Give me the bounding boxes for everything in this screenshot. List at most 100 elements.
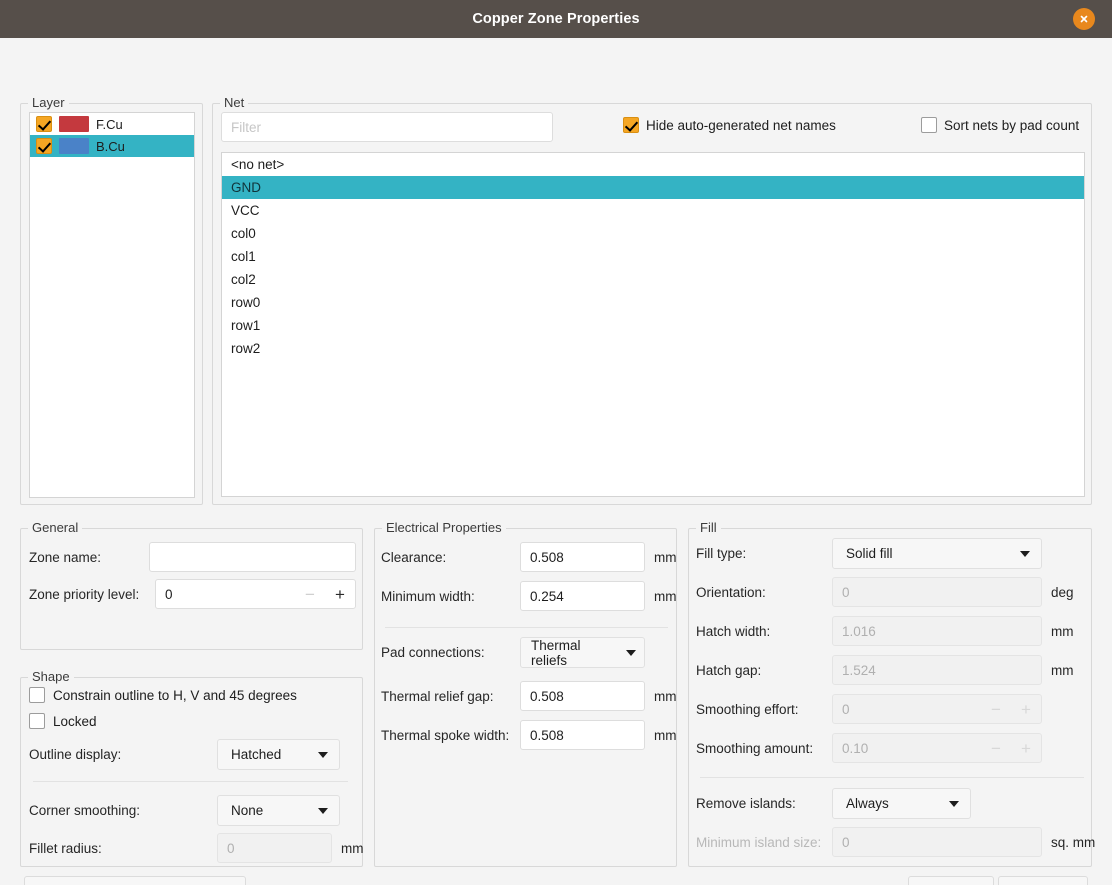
layer-group: Layer F.Cu B.Cu — [20, 103, 203, 505]
smoothing-amount-decrement-button[interactable]: − — [981, 740, 1011, 757]
smoothing-effort-decrement-button[interactable]: − — [981, 701, 1011, 718]
net-filter-input[interactable] — [221, 112, 553, 142]
smoothing-effort-value: 0 — [842, 702, 981, 717]
pad-connections-value: Thermal reliefs — [531, 638, 620, 668]
constrain-outline-label: Constrain outline to H, V and 45 degrees — [53, 688, 297, 703]
net-list[interactable]: <no net> GND VCC col0 col1 col2 row0 row… — [221, 152, 1085, 497]
zone-priority-increment-button[interactable]: + — [325, 586, 355, 603]
net-list-item[interactable]: col2 — [222, 268, 1084, 291]
pad-connections-label: Pad connections: — [381, 645, 520, 660]
net-list-item[interactable]: row0 — [222, 291, 1084, 314]
fill-type-value: Solid fill — [846, 546, 893, 561]
smoothing-effort-stepper[interactable]: 0 − + — [832, 694, 1042, 724]
thermal-relief-gap-unit: mm — [654, 689, 677, 704]
zone-name-input[interactable] — [149, 542, 356, 572]
hatch-gap-input[interactable] — [832, 655, 1042, 685]
layer-visibility-checkbox[interactable] — [36, 138, 52, 154]
close-button[interactable] — [1073, 8, 1095, 30]
hide-auto-generated-checkbox-row[interactable]: Hide auto-generated net names — [623, 117, 836, 133]
net-group-title: Net — [220, 95, 248, 111]
fillet-radius-input[interactable] — [217, 833, 332, 863]
net-list-item[interactable]: GND — [222, 176, 1084, 199]
thermal-spoke-width-row: Thermal spoke width: mm — [381, 720, 677, 750]
thermal-spoke-width-unit: mm — [654, 728, 677, 743]
corner-smoothing-dropdown[interactable]: None — [217, 795, 340, 826]
smoothing-effort-increment-button[interactable]: + — [1011, 701, 1041, 718]
thermal-spoke-width-label: Thermal spoke width: — [381, 728, 520, 743]
layer-color-swatch — [59, 138, 89, 154]
thermal-relief-gap-input[interactable] — [520, 681, 645, 711]
shape-divider — [33, 781, 348, 782]
smoothing-amount-label: Smoothing amount: — [696, 741, 832, 756]
layer-list[interactable]: F.Cu B.Cu — [29, 112, 195, 498]
minimum-width-label: Minimum width: — [381, 589, 520, 604]
net-list-item[interactable]: row1 — [222, 314, 1084, 337]
constrain-outline-checkbox[interactable] — [29, 687, 45, 703]
dialog-title: Copper Zone Properties — [472, 11, 639, 27]
net-group: Net Hide auto-generated net names Sort n… — [212, 103, 1092, 505]
sort-nets-by-pad-count-checkbox[interactable] — [921, 117, 937, 133]
clearance-input[interactable] — [520, 542, 645, 572]
hatch-gap-row: Hatch gap: mm — [696, 655, 1074, 685]
sort-nets-by-pad-count-checkbox-row[interactable]: Sort nets by pad count — [921, 117, 1079, 133]
remove-islands-value: Always — [846, 796, 889, 811]
net-list-item[interactable]: row2 — [222, 337, 1084, 360]
remove-islands-label: Remove islands: — [696, 796, 832, 811]
outline-display-dropdown[interactable]: Hatched — [217, 739, 340, 770]
sort-nets-by-pad-count-label: Sort nets by pad count — [944, 118, 1079, 133]
ok-button[interactable]: OK — [998, 876, 1088, 885]
smoothing-amount-row: Smoothing amount: 0.10 − + — [696, 733, 1042, 763]
thermal-relief-gap-label: Thermal relief gap: — [381, 689, 520, 704]
zone-priority-row: Zone priority level: 0 − + — [29, 579, 356, 609]
layer-item-label: B.Cu — [96, 139, 125, 154]
outline-display-value: Hatched — [231, 747, 281, 762]
zone-priority-stepper[interactable]: 0 − + — [155, 579, 356, 609]
clearance-unit: mm — [654, 550, 677, 565]
layer-item-label: F.Cu — [96, 117, 123, 132]
clearance-label: Clearance: — [381, 550, 520, 565]
hide-auto-generated-checkbox[interactable] — [623, 117, 639, 133]
outline-display-label: Outline display: — [29, 747, 217, 762]
fill-type-dropdown[interactable]: Solid fill — [832, 538, 1042, 569]
layer-list-item[interactable]: F.Cu — [30, 113, 194, 135]
locked-label: Locked — [53, 714, 97, 729]
layer-visibility-checkbox[interactable] — [36, 116, 52, 132]
orientation-input[interactable] — [832, 577, 1042, 607]
locked-checkbox-row[interactable]: Locked — [29, 713, 97, 729]
fill-group-title: Fill — [696, 520, 721, 536]
cancel-button[interactable]: Cancel — [908, 876, 994, 885]
net-list-item[interactable]: VCC — [222, 199, 1084, 222]
smoothing-amount-value: 0.10 — [842, 741, 981, 756]
minimum-width-input[interactable] — [520, 581, 645, 611]
layer-group-title: Layer — [28, 95, 69, 111]
thermal-spoke-width-input[interactable] — [520, 720, 645, 750]
orientation-unit: deg — [1051, 585, 1074, 600]
zone-priority-decrement-button[interactable]: − — [295, 586, 325, 603]
dialog-titlebar: Copper Zone Properties — [0, 0, 1112, 38]
general-group: General Zone name: Zone priority level: … — [20, 528, 363, 650]
minimum-width-row: Minimum width: mm — [381, 581, 677, 611]
smoothing-amount-increment-button[interactable]: + — [1011, 740, 1041, 757]
layer-list-item[interactable]: B.Cu — [30, 135, 194, 157]
net-list-item[interactable]: col0 — [222, 222, 1084, 245]
fillet-radius-row: Fillet radius: mm — [29, 833, 364, 863]
pad-connections-dropdown[interactable]: Thermal reliefs — [520, 637, 645, 668]
orientation-row: Orientation: deg — [696, 577, 1074, 607]
constrain-outline-checkbox-row[interactable]: Constrain outline to H, V and 45 degrees — [29, 687, 297, 703]
net-list-item[interactable]: col1 — [222, 245, 1084, 268]
export-settings-button[interactable]: Export Settings to Other Zones — [24, 876, 246, 885]
remove-islands-dropdown[interactable]: Always — [832, 788, 971, 819]
chevron-down-icon — [318, 808, 328, 814]
fill-divider — [700, 777, 1084, 778]
electrical-properties-group: Electrical Properties Clearance: mm Mini… — [374, 528, 677, 867]
fill-type-row: Fill type: Solid fill — [696, 538, 1042, 569]
minimum-island-size-input[interactable] — [832, 827, 1042, 857]
corner-smoothing-label: Corner smoothing: — [29, 803, 217, 818]
minimum-width-unit: mm — [654, 589, 677, 604]
hatch-width-input[interactable] — [832, 616, 1042, 646]
locked-checkbox[interactable] — [29, 713, 45, 729]
smoothing-amount-stepper[interactable]: 0.10 − + — [832, 733, 1042, 763]
net-list-item[interactable]: <no net> — [222, 153, 1084, 176]
hatch-gap-unit: mm — [1051, 663, 1074, 678]
minimum-island-size-label: Minimum island size: — [696, 835, 832, 850]
